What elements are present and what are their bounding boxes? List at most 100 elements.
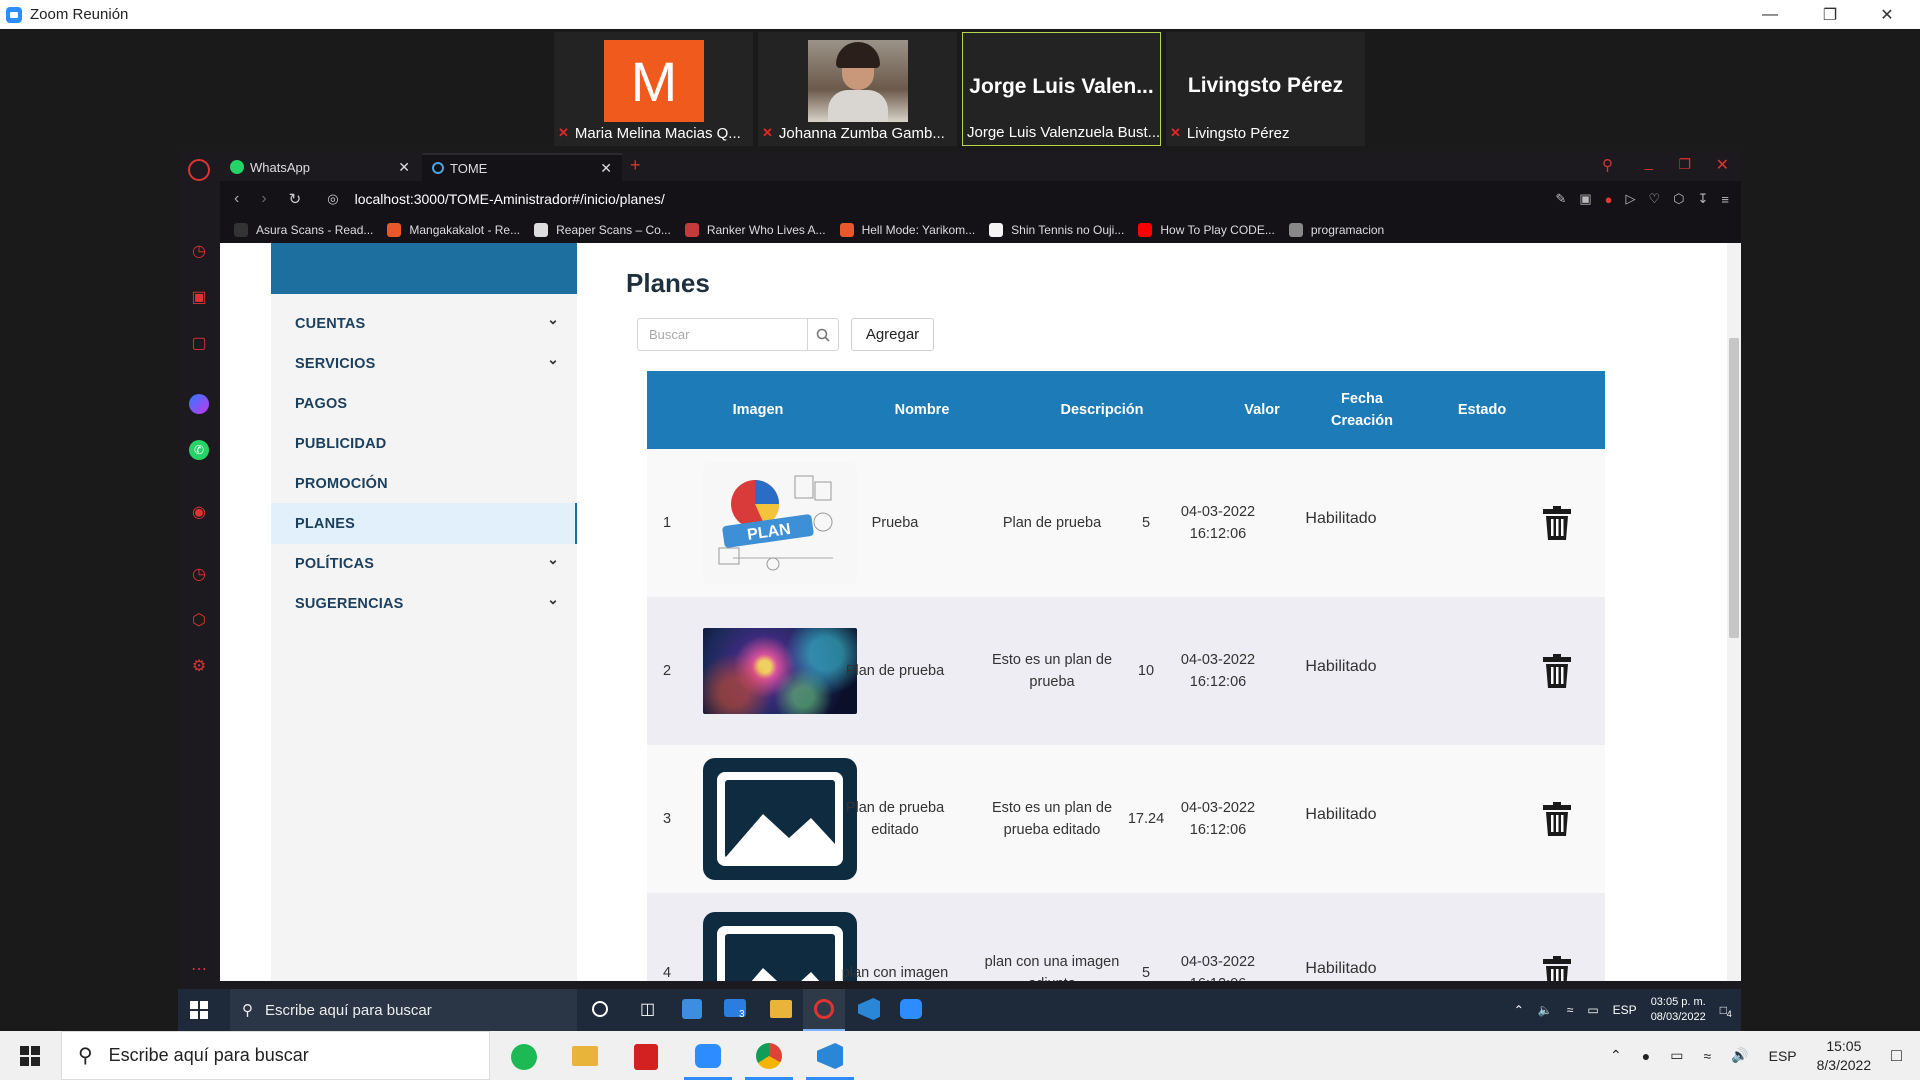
- volume-icon[interactable]: 🔈: [1538, 1003, 1553, 1017]
- chrome-icon[interactable]: [756, 1043, 782, 1069]
- windows-start-icon[interactable]: [20, 1046, 40, 1066]
- chevron-down-icon[interactable]: ⌄: [547, 551, 559, 568]
- scrollbar-thumb[interactable]: [1729, 338, 1739, 638]
- search-input[interactable]: [638, 319, 808, 350]
- back-icon[interactable]: ‹: [234, 190, 239, 208]
- sidebar-item-publicidad[interactable]: PUBLICIDAD: [271, 423, 577, 464]
- column-header[interactable]: Nombre: [867, 371, 977, 449]
- speed-dial-icon[interactable]: ◷: [189, 241, 209, 261]
- participant-tile[interactable]: M ✕ Maria Melina Macias Q...: [554, 32, 753, 146]
- file-explorer-icon[interactable]: [770, 1000, 792, 1018]
- bookmark-item[interactable]: Asura Scans - Read...: [234, 223, 373, 237]
- participant-tile-active-speaker[interactable]: Jorge Luis Valen... Jorge Luis Valenzuel…: [962, 32, 1161, 146]
- download-icon[interactable]: ↧: [1698, 191, 1709, 207]
- clock[interactable]: 15:05 8/3/2022: [1817, 1037, 1872, 1075]
- whatsapp-icon[interactable]: ✆: [189, 440, 209, 460]
- sidebar-item-politicas[interactable]: POLÍTICAS ⌄: [271, 543, 577, 584]
- forward-icon[interactable]: ›: [261, 190, 266, 208]
- extensions-icon[interactable]: ⬡: [189, 610, 209, 630]
- more-icon[interactable]: ⋯: [189, 959, 209, 979]
- chevron-down-icon[interactable]: ⌄: [547, 591, 559, 608]
- taskbar-search-box[interactable]: ⚲ Escribe aquí para buscar: [230, 989, 577, 1031]
- camera-icon[interactable]: ▣: [1579, 191, 1591, 207]
- spotify-icon[interactable]: [511, 1044, 537, 1070]
- close-icon[interactable]: ✕: [1862, 0, 1912, 29]
- table-row[interactable]: 4plan con imagenplan con una imagen adju…: [647, 893, 1605, 981]
- participant-tile[interactable]: Livingsto Pérez ✕ Livingsto Pérez: [1166, 32, 1365, 146]
- close-tab-icon[interactable]: ✕: [398, 159, 410, 176]
- restore-icon[interactable]: ❐: [1805, 0, 1855, 29]
- sidebar-item-promocion[interactable]: PROMOCIÓN: [271, 463, 577, 504]
- vscode-icon[interactable]: [858, 998, 880, 1020]
- sidebar-item-planes[interactable]: PLANES: [271, 503, 577, 544]
- opera-logo-icon[interactable]: [188, 159, 210, 181]
- zoom-icon[interactable]: [900, 999, 922, 1019]
- sidebar-item-servicios[interactable]: SERVICIOS ⌄: [271, 343, 577, 384]
- site-info-icon[interactable]: ◎: [327, 191, 338, 207]
- wifi-icon[interactable]: ≈: [1703, 1048, 1711, 1064]
- store-icon[interactable]: [682, 999, 702, 1019]
- messenger-icon[interactable]: [189, 394, 209, 414]
- bookmark-item[interactable]: Shin Tennis no Ouji...: [989, 223, 1124, 237]
- twitch-icon[interactable]: ▢: [189, 333, 209, 353]
- table-row[interactable]: 1 PLAN Prueba Plan de prueba 5 04-03-2022 16:1…: [647, 449, 1605, 597]
- shopping-icon[interactable]: ▣: [189, 287, 209, 307]
- microphone-icon[interactable]: ●: [1642, 1048, 1650, 1064]
- chevron-down-icon[interactable]: ⌄: [547, 351, 559, 368]
- search-tabs-icon[interactable]: ⚲: [1602, 156, 1613, 174]
- bookmark-item[interactable]: Reaper Scans – Co...: [534, 223, 671, 237]
- adblock-icon[interactable]: ●: [1605, 192, 1613, 207]
- battery-icon[interactable]: ▭: [1587, 1003, 1598, 1017]
- language-indicator[interactable]: ESP: [1613, 1003, 1637, 1017]
- chevron-up-icon[interactable]: ⌃: [1514, 1003, 1524, 1017]
- table-row[interactable]: 3 Plan de prueba editado Esto es un plan d…: [647, 745, 1605, 893]
- chevron-up-icon[interactable]: ⌃: [1610, 1047, 1622, 1064]
- notifications-icon[interactable]: □: [1891, 1045, 1902, 1066]
- history-icon[interactable]: ◷: [189, 564, 209, 584]
- language-indicator[interactable]: ESP: [1769, 1048, 1797, 1064]
- player-icon[interactable]: ◉: [189, 502, 209, 522]
- bookmark-item[interactable]: How To Play CODE...: [1138, 223, 1275, 237]
- url-field[interactable]: localhost:3000/TOME-Aministrador#/inicio…: [355, 191, 665, 207]
- tab-whatsapp[interactable]: WhatsApp ✕: [220, 153, 420, 181]
- add-button[interactable]: Agregar: [851, 318, 934, 351]
- page-scrollbar[interactable]: [1727, 243, 1741, 981]
- clock[interactable]: 03:05 p. m. 08/03/2022: [1651, 995, 1706, 1025]
- battery-icon[interactable]: ▭: [1670, 1047, 1683, 1064]
- bookmark-item[interactable]: programacion: [1288, 223, 1384, 237]
- sidebar-item-sugerencias[interactable]: SUGERENCIAS ⌄: [271, 583, 577, 624]
- restore-icon[interactable]: ❐: [1678, 156, 1691, 173]
- bookmark-item[interactable]: Mangakakalot - Re...: [387, 223, 520, 237]
- participant-tile[interactable]: ✕ Johanna Zumba Gamb...: [758, 32, 957, 146]
- sidebar-item-cuentas[interactable]: CUENTAS ⌄: [271, 303, 577, 344]
- wifi-icon[interactable]: ≈: [1567, 1003, 1574, 1017]
- column-header[interactable]: Fecha Creación: [1307, 371, 1417, 449]
- edit-icon[interactable]: ✎: [1555, 191, 1566, 207]
- minimize-icon[interactable]: _: [1645, 154, 1653, 171]
- send-icon[interactable]: ▷: [1625, 191, 1635, 207]
- settings-icon[interactable]: ⚙: [189, 656, 209, 676]
- table-row[interactable]: 2 Plan de prueba Esto es un plan de prueba…: [647, 597, 1605, 745]
- tab-tome[interactable]: TOME ✕: [422, 153, 622, 181]
- trash-icon[interactable]: [1542, 955, 1572, 981]
- settings-sliders-icon[interactable]: ≡: [1721, 192, 1729, 207]
- sidebar-item-pagos[interactable]: PAGOS: [271, 383, 577, 424]
- close-tab-icon[interactable]: ✕: [600, 160, 612, 177]
- notifications-icon[interactable]: □ 4: [1720, 1003, 1732, 1019]
- chevron-down-icon[interactable]: ⌄: [547, 311, 559, 328]
- column-header[interactable]: Estado: [1427, 371, 1537, 449]
- volume-icon[interactable]: 🔊: [1731, 1047, 1748, 1064]
- column-header[interactable]: Descripción: [1017, 371, 1187, 449]
- windows-start-icon[interactable]: [190, 1001, 208, 1019]
- column-header[interactable]: Valor: [1207, 371, 1317, 449]
- search-button[interactable]: [807, 319, 838, 350]
- cube-icon[interactable]: ⬡: [1673, 191, 1684, 207]
- bookmark-item[interactable]: Ranker Who Lives A...: [684, 223, 826, 237]
- taskbar-search-box[interactable]: ⚲ Escribe aquí para buscar: [61, 1031, 490, 1080]
- zoom-icon[interactable]: [695, 1044, 721, 1068]
- minimize-icon[interactable]: —: [1745, 0, 1795, 29]
- close-icon[interactable]: ✕: [1716, 155, 1729, 175]
- reload-icon[interactable]: ↻: [289, 190, 302, 208]
- heart-icon[interactable]: ♡: [1648, 191, 1660, 207]
- column-header[interactable]: Imagen: [703, 371, 813, 449]
